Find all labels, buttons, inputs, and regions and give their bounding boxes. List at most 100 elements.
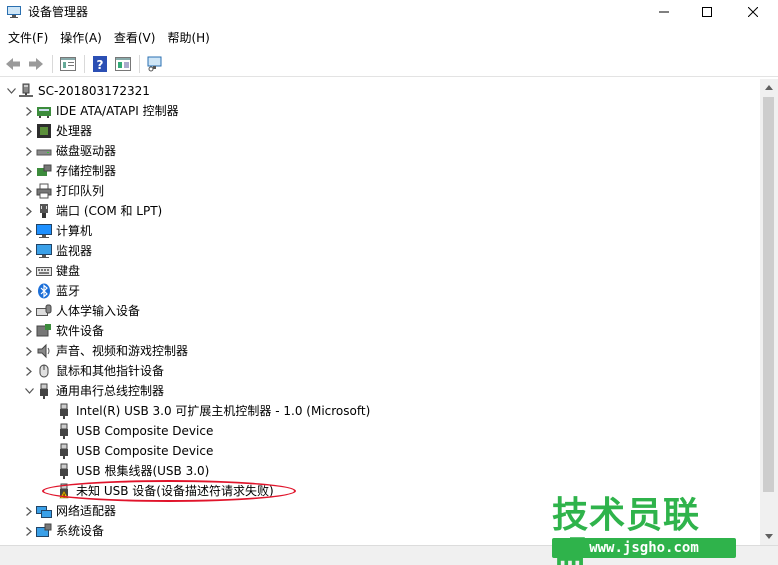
tree-item-label: 声音、视频和游戏控制器 [56,344,189,358]
tree-item-audio[interactable]: 声音、视频和游戏控制器 [22,341,188,361]
tree-item-system[interactable]: 系统设备 [22,521,104,541]
chevron-right-icon[interactable] [22,181,36,201]
port-icon [36,203,52,219]
menu-view[interactable]: 查看(V) [108,28,162,48]
chevron-right-icon[interactable] [22,241,36,261]
chevron-right-icon[interactable] [22,321,36,341]
printer-icon [36,183,52,199]
usb-icon [56,403,72,419]
properties-icon[interactable] [57,54,78,74]
tree-item-usb-intel[interactable]: Intel(R) USB 3.0 可扩展主机控制器 - 1.0 (Microso… [56,401,370,421]
tree-item-software[interactable]: 软件设备 [22,321,104,341]
warning-icon [56,483,72,499]
window-title: 设备管理器 [28,5,89,19]
chevron-right-icon[interactable] [22,121,36,141]
tree-item-printer[interactable]: 打印队列 [22,181,104,201]
tree-item-network[interactable]: 网络适配器 [22,501,116,521]
tree-item-label: 人体学输入设备 [56,304,141,318]
tree-item-mouse[interactable]: 鼠标和其他指针设备 [22,361,164,381]
scrollbar-thumb[interactable] [763,97,774,492]
scroll-up-icon[interactable] [760,79,778,96]
tree-item-label: 蓝牙 [56,284,81,298]
ide-controller-icon [36,103,52,119]
menu-file[interactable]: 文件(F) [2,28,54,48]
usb-icon [56,443,72,459]
update-driver-icon[interactable] [112,54,133,74]
processor-icon [36,123,52,139]
chevron-down-icon[interactable] [4,81,18,101]
tree-item-usb-composite-1[interactable]: USB Composite Device [56,421,213,441]
chevron-right-icon[interactable] [22,361,36,381]
back-arrow-icon[interactable] [2,54,23,74]
tree-item-label: 计算机 [56,224,93,238]
tree-item-disk[interactable]: 磁盘驱动器 [22,141,116,161]
tree-item-label: IDE ATA/ATAPI 控制器 [56,104,179,118]
watermark-url: www.jsgho.com [552,538,736,558]
device-manager-icon [7,6,21,18]
chevron-right-icon[interactable] [22,221,36,241]
audio-icon [36,343,52,359]
tree-item-keyboard[interactable]: 键盘 [22,261,80,281]
chevron-right-icon[interactable] [22,301,36,321]
chevron-right-icon[interactable] [22,141,36,161]
tree-item-ide[interactable]: IDE ATA/ATAPI 控制器 [22,101,179,121]
tree-item-label: 鼠标和其他指针设备 [56,364,165,378]
watermark-logo: 技术员联盟 www.jsgho.com [546,496,736,565]
tree-item-label: 键盘 [56,264,81,278]
bluetooth-icon [36,283,52,299]
chevron-right-icon[interactable] [22,341,36,361]
tree-item-usb-composite-2[interactable]: USB Composite Device [56,441,213,461]
hid-icon [36,303,52,319]
tree-item-monitor[interactable]: 监视器 [22,241,92,261]
storage-controller-icon [36,163,52,179]
tree-item-label: 存储控制器 [56,164,117,178]
network-adapter-icon [36,503,52,519]
menu-bar: 文件(F) 操作(A) 查看(V) 帮助(H) [0,27,778,49]
chevron-right-icon[interactable] [22,161,36,181]
tree-item-usb-root-hub[interactable]: USB 根集线器(USB 3.0) [56,461,209,481]
tree-item-label: 端口 (COM 和 LPT) [56,204,163,218]
toolbar-separator [139,54,140,73]
tree-item-bluetooth[interactable]: 蓝牙 [22,281,80,301]
tree-item-storage[interactable]: 存储控制器 [22,161,116,181]
tree-item-port[interactable]: 端口 (COM 和 LPT) [22,201,162,221]
scan-hardware-icon[interactable] [144,54,165,74]
tree-item-label: 处理器 [56,124,93,138]
tree-root[interactable]: SC-201803172321 [4,81,150,101]
forward-arrow-icon[interactable] [25,54,46,74]
help-icon[interactable]: ? [89,54,110,74]
tree-item-label: Intel(R) USB 3.0 可扩展主机控制器 - 1.0 (Microso… [76,404,371,418]
chevron-right-icon[interactable] [22,101,36,121]
chevron-right-icon[interactable] [22,521,36,541]
close-button[interactable] [730,0,776,24]
minimize-button[interactable] [641,0,687,24]
tree-item-label: 未知 USB 设备(设备描述符请求失败) [76,484,274,498]
chevron-right-icon[interactable] [22,201,36,221]
disk-drive-icon [36,143,52,159]
tree-item-usb-unknown[interactable]: 未知 USB 设备(设备描述符请求失败) [56,481,274,501]
chevron-right-icon[interactable] [22,261,36,281]
computer-icon [36,223,52,239]
tree-item-label: 通用串行总线控制器 [56,384,165,398]
toolbar-separator [52,54,53,73]
usb-icon [36,383,52,399]
svg-text:?: ? [96,58,103,72]
chevron-down-icon[interactable] [22,381,36,401]
tree-item-hid[interactable]: 人体学输入设备 [22,301,140,321]
title-bar: 设备管理器 [0,0,778,26]
monitor-icon [36,243,52,259]
toolbar-separator [84,54,85,73]
tree-item-label: USB Composite Device [76,444,214,458]
device-tree: SC-201803172321 IDE ATA/ATAPI 控制器 处理器 磁盘… [0,79,760,545]
menu-help[interactable]: 帮助(H) [161,28,215,48]
maximize-button[interactable] [684,0,730,24]
menu-action[interactable]: 操作(A) [54,28,108,48]
tree-item-computer[interactable]: 计算机 [22,221,92,241]
chevron-right-icon[interactable] [22,501,36,521]
tree-item-usb[interactable]: 通用串行总线控制器 [22,381,164,401]
chevron-right-icon[interactable] [22,281,36,301]
keyboard-icon [36,263,52,279]
tree-item-processor[interactable]: 处理器 [22,121,92,141]
scroll-down-icon[interactable] [760,528,778,545]
tree-item-label: 软件设备 [56,324,105,338]
